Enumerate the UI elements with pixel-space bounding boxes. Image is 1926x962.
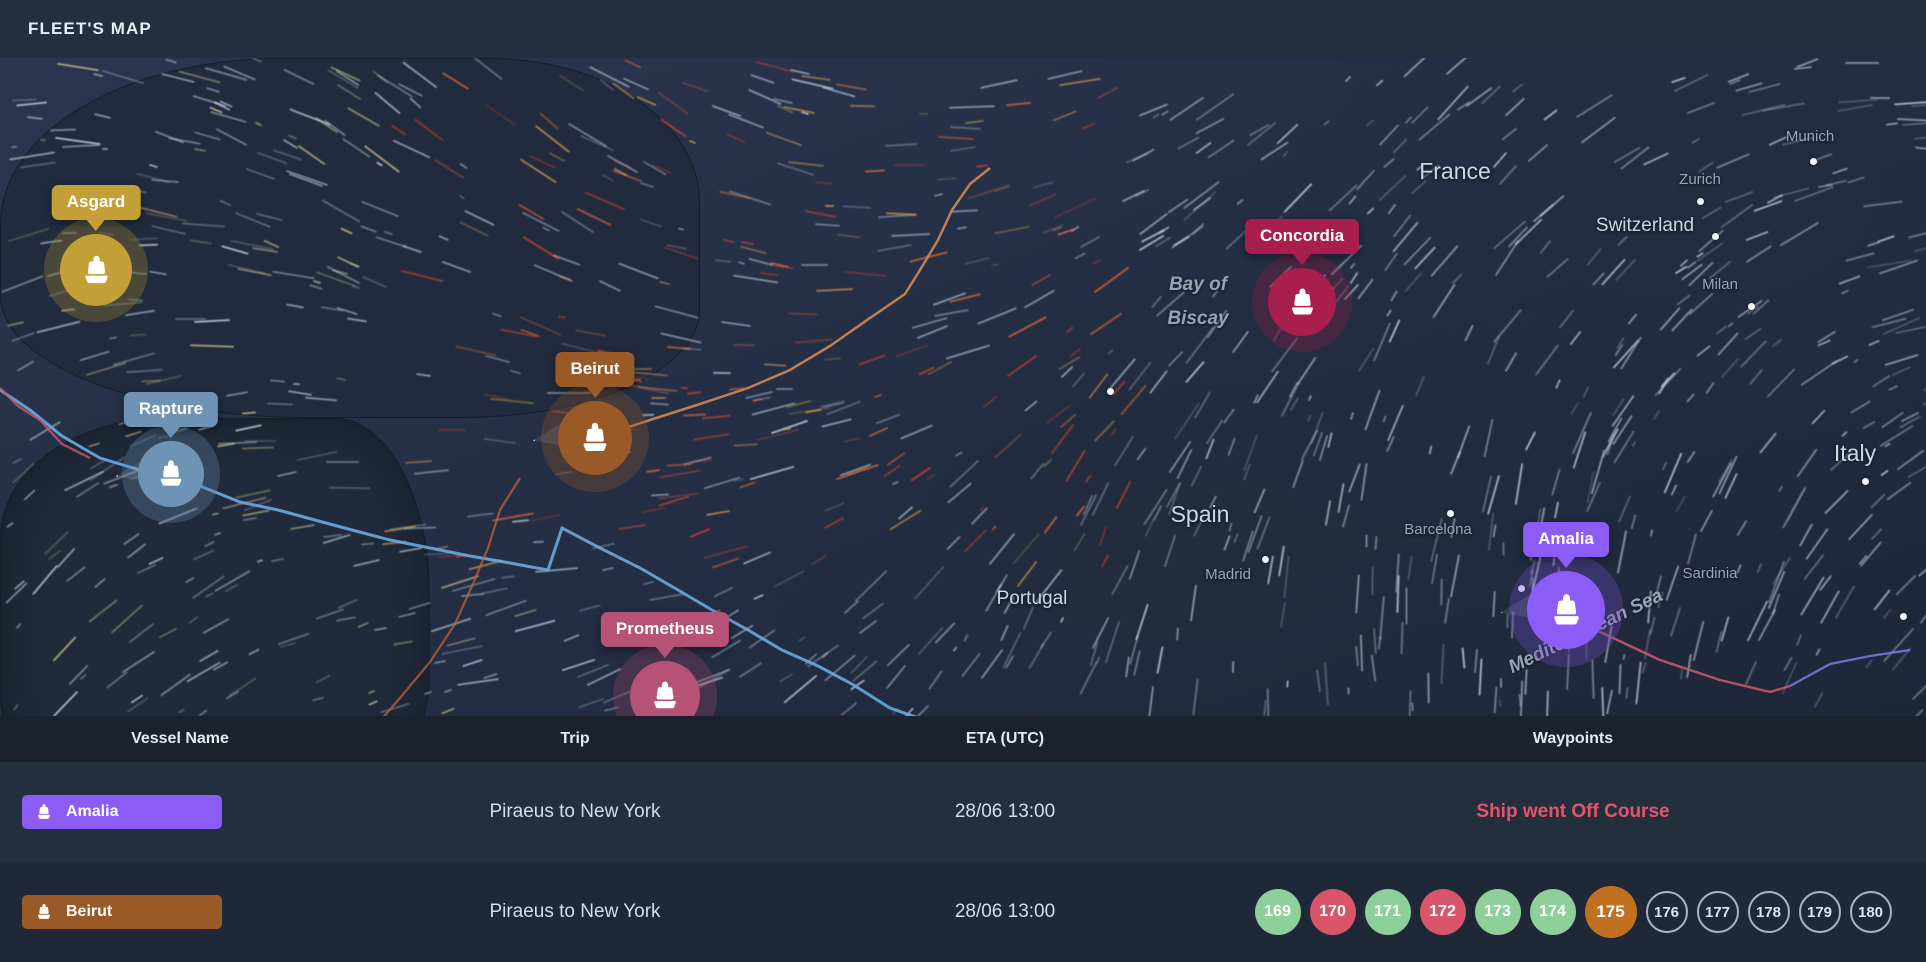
vessel-chip[interactable]: Beirut xyxy=(22,895,222,929)
vessel-marker-beirut[interactable]: Beirut xyxy=(532,352,649,492)
column-header-eta: ETA (UTC) xyxy=(965,730,1045,747)
vessel-chip[interactable]: Amalia xyxy=(22,795,222,829)
ship-icon xyxy=(654,681,676,709)
waypoint-chip[interactable]: 177 xyxy=(1696,891,1739,933)
cell-eta: 28/06 13:00 xyxy=(954,901,1056,922)
column-header-waypoints: Waypoints xyxy=(1532,730,1614,747)
table-row[interactable]: Amalia Piraeus to New York 28/06 13:00 Ship… xyxy=(0,762,1926,862)
waypoint-chip[interactable]: 172 xyxy=(1419,889,1466,935)
vessel-label[interactable]: Asgard xyxy=(51,185,141,220)
vessel-puck[interactable] xyxy=(60,234,132,306)
table-header-row: Vessel Name Trip ETA (UTC) Waypoints xyxy=(0,716,1926,762)
ship-icon xyxy=(37,904,51,919)
waypoint-chip[interactable]: 176 xyxy=(1645,891,1688,933)
ship-icon xyxy=(1291,288,1313,314)
cell-vessel-name: Amalia xyxy=(0,795,360,829)
table-body: Amalia Piraeus to New York 28/06 13:00 Ship… xyxy=(0,762,1926,962)
city-dot xyxy=(1262,556,1269,563)
city-dot xyxy=(1748,303,1755,310)
route-secondary xyxy=(382,477,521,716)
city-dot xyxy=(1900,613,1907,620)
vessel-marker-rapture[interactable]: Rapture xyxy=(115,392,220,523)
vessel-marker-asgard[interactable]: Asgard xyxy=(44,185,148,322)
ship-icon xyxy=(37,804,51,819)
cell-trip: Piraeus to New York xyxy=(489,801,661,822)
fleet-table: Vessel Name Trip ETA (UTC) Waypoints Ama… xyxy=(0,716,1926,962)
cell-waypoints[interactable]: 169 170 171 172 173 174 175 176 177 178 179 180 xyxy=(1220,886,1926,938)
waypoint-chip[interactable]: 178 xyxy=(1747,891,1790,933)
cell-trip: Piraeus to New York xyxy=(489,901,661,922)
city-dot xyxy=(1447,510,1454,517)
waypoint-chip[interactable]: 180 xyxy=(1849,891,1892,933)
fleet-map[interactable]: France Switzerland Spain Italy Portugal Zuric… xyxy=(0,58,1926,716)
table-row[interactable]: Beirut Piraeus to New York 28/06 13:00 169 1… xyxy=(0,862,1926,962)
app-header: FLEET'S MAP xyxy=(0,0,1926,58)
vessel-chip-label: Beirut xyxy=(66,903,113,920)
city-dot xyxy=(1862,478,1869,485)
vessel-label[interactable]: Rapture xyxy=(123,392,219,427)
route-beirut xyxy=(594,167,991,440)
vessel-label[interactable]: Prometheus xyxy=(600,612,730,647)
ship-icon xyxy=(84,255,108,283)
waypoint-list[interactable]: 169 170 171 172 173 174 175 176 177 178 179 180 xyxy=(1220,886,1926,938)
ship-icon xyxy=(160,460,182,486)
vessel-puck[interactable] xyxy=(138,441,204,507)
waypoint-chip[interactable]: 169 xyxy=(1254,889,1301,935)
vessel-puck[interactable] xyxy=(1268,268,1336,336)
waypoint-chip[interactable]: 175 xyxy=(1584,886,1637,938)
vessel-puck[interactable] xyxy=(558,401,632,475)
ship-icon xyxy=(583,422,607,451)
city-dot xyxy=(1712,233,1719,240)
vessel-marker-amalia[interactable]: Amalia xyxy=(1500,522,1623,667)
waypoint-chip[interactable]: 179 xyxy=(1798,891,1841,933)
vessel-puck[interactable] xyxy=(1527,571,1605,649)
column-header-trip: Trip xyxy=(560,730,590,747)
cell-eta: 28/06 13:00 xyxy=(954,801,1056,822)
column-header-vessel-name: Vessel Name xyxy=(131,730,229,747)
vessel-label[interactable]: Amalia xyxy=(1523,522,1609,557)
vessel-marker-prometheus[interactable]: Prometheus xyxy=(600,612,730,716)
waypoint-chip[interactable]: 174 xyxy=(1529,889,1576,935)
route-amalia-future xyxy=(1789,648,1911,688)
status-badge: Ship went Off Course xyxy=(1476,801,1670,822)
ship-icon xyxy=(1553,593,1579,625)
vessel-chip-label: Amalia xyxy=(66,803,119,820)
vessel-label[interactable]: Beirut xyxy=(555,352,635,387)
route-layer xyxy=(0,167,1911,716)
waypoint-chip[interactable]: 170 xyxy=(1309,889,1356,935)
waypoint-chip[interactable]: 171 xyxy=(1364,889,1411,935)
city-dot xyxy=(1107,388,1114,395)
waypoint-chip[interactable]: 173 xyxy=(1474,889,1521,935)
vessel-marker-concordia[interactable]: Concordia xyxy=(1244,219,1360,352)
cell-vessel-name: Beirut xyxy=(0,895,360,929)
vessel-label[interactable]: Concordia xyxy=(1244,219,1360,254)
page-title: FLEET'S MAP xyxy=(28,19,152,38)
city-dot xyxy=(1697,198,1704,205)
cell-waypoints[interactable]: Ship went Off Course xyxy=(1220,801,1926,823)
route-amalia xyxy=(1595,628,1791,694)
city-dot xyxy=(1810,158,1817,165)
